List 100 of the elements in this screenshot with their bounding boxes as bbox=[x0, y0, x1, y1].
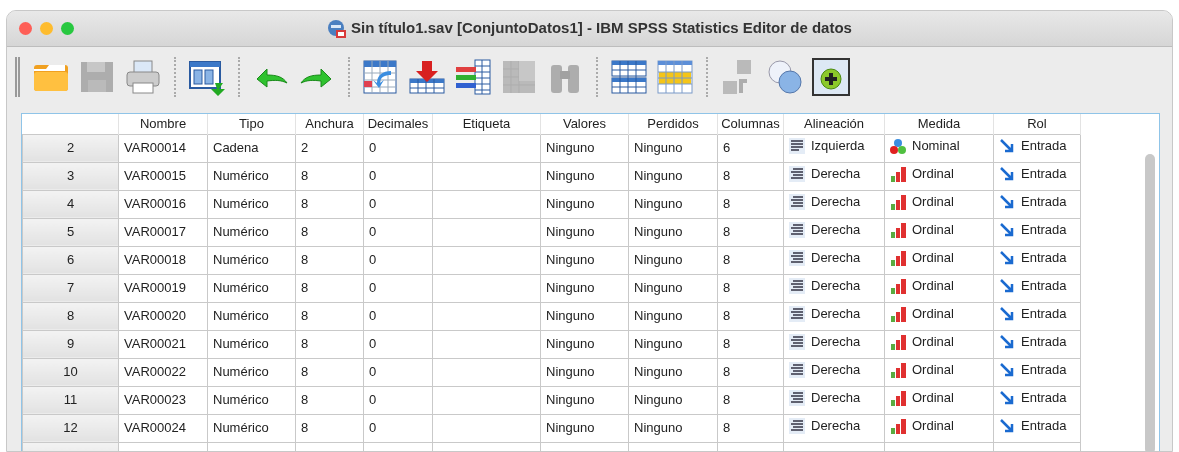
role-value: Entrada bbox=[1021, 193, 1067, 212]
colored-balls-icon bbox=[890, 138, 906, 155]
role-value: Entrada bbox=[1021, 417, 1067, 436]
measure-value: Ordinal bbox=[912, 277, 954, 296]
measure-value: Ordinal bbox=[912, 417, 954, 436]
printer-icon bbox=[123, 57, 163, 97]
alignment-value: Derecha bbox=[811, 417, 861, 436]
table-cell: Ninguno bbox=[628, 190, 718, 218]
scrollbar-thumb[interactable] bbox=[1145, 154, 1155, 451]
table-cell: 8 bbox=[717, 162, 784, 190]
table-cell: Ninguno bbox=[628, 414, 718, 442]
alignment-value: Derecha bbox=[811, 193, 861, 212]
measure-value: Ordinal bbox=[912, 333, 954, 352]
table-cell: VAR00022 bbox=[118, 358, 208, 386]
role-value: Entrada bbox=[1021, 333, 1067, 352]
table-cell: Ninguno bbox=[628, 274, 718, 302]
align-right-icon bbox=[789, 250, 805, 267]
column-header[interactable]: Tipo bbox=[207, 114, 296, 134]
table-cell: Numérico bbox=[207, 162, 296, 190]
role-value: Entrada bbox=[1021, 305, 1067, 324]
table-cell: VAR00014 bbox=[118, 134, 208, 162]
bar-chart-icon bbox=[890, 250, 906, 267]
measure-value: Ordinal bbox=[912, 361, 954, 380]
alignment-value: Derecha bbox=[811, 389, 861, 408]
table-cell: Ninguno bbox=[540, 246, 629, 274]
table-cell: VAR00021 bbox=[118, 330, 208, 358]
table-cell: 0 bbox=[363, 190, 433, 218]
column-header[interactable]: Alineación bbox=[783, 114, 885, 134]
table-cell: 8 bbox=[295, 162, 364, 190]
table-cell: Ninguno bbox=[628, 330, 718, 358]
table-cell: 0 bbox=[363, 386, 433, 414]
table-cell: VAR00018 bbox=[118, 246, 208, 274]
table-cell: Ninguno bbox=[540, 358, 629, 386]
column-header[interactable]: Anchura bbox=[295, 114, 364, 134]
row-number: 2 bbox=[22, 134, 119, 162]
role-value: Entrada bbox=[1021, 221, 1067, 240]
table-cell: 8 bbox=[717, 414, 784, 442]
table-cell: 8 bbox=[717, 190, 784, 218]
bar-chart-icon bbox=[890, 278, 906, 295]
measure-value: Ordinal bbox=[912, 221, 954, 240]
table-cell: 8 bbox=[717, 218, 784, 246]
table-cell: 8 bbox=[295, 302, 364, 330]
column-header[interactable]: Valores bbox=[540, 114, 629, 134]
insert-column-icon bbox=[453, 57, 493, 97]
role-value: Entrada bbox=[1021, 389, 1067, 408]
table-cell: 0 bbox=[363, 358, 433, 386]
table-cell: Ninguno bbox=[540, 386, 629, 414]
circles-icon bbox=[765, 57, 805, 97]
role-value: Entrada bbox=[1021, 137, 1067, 156]
column-header[interactable]: Columnas bbox=[717, 114, 784, 134]
column-header[interactable]: Medida bbox=[884, 114, 994, 134]
table-cell: Ninguno bbox=[540, 330, 629, 358]
table-cell: 8 bbox=[717, 330, 784, 358]
align-right-icon bbox=[789, 390, 805, 407]
maximize-button[interactable] bbox=[61, 22, 74, 35]
table-cell: Ninguno bbox=[540, 274, 629, 302]
table-cell: 0 bbox=[363, 330, 433, 358]
table-cell: Ninguno bbox=[540, 302, 629, 330]
table-cell: 0 bbox=[363, 134, 433, 162]
arrow-icon bbox=[999, 222, 1015, 239]
arrow-icon bbox=[999, 250, 1015, 267]
table-cell: Ninguno bbox=[628, 246, 718, 274]
highlighted-table-icon bbox=[655, 57, 695, 97]
add-button-icon bbox=[811, 57, 851, 97]
align-right-icon bbox=[789, 362, 805, 379]
table-cell: VAR00023 bbox=[118, 386, 208, 414]
measure-value: Ordinal bbox=[912, 249, 954, 268]
column-header[interactable]: Decimales bbox=[363, 114, 433, 134]
table-cell: Numérico bbox=[207, 302, 296, 330]
table-cell: 0 bbox=[363, 246, 433, 274]
table-cell: Ninguno bbox=[540, 190, 629, 218]
column-header[interactable]: Nombre bbox=[118, 114, 208, 134]
data-file-icon bbox=[327, 18, 348, 39]
measure-value: Ordinal bbox=[912, 389, 954, 408]
table-cell: VAR00019 bbox=[118, 274, 208, 302]
align-right-icon bbox=[789, 306, 805, 323]
align-right-icon bbox=[789, 194, 805, 211]
column-header[interactable]: Perdidos bbox=[628, 114, 718, 134]
alignment-value: Izquierda bbox=[811, 137, 865, 156]
table-cell: Cadena bbox=[207, 134, 296, 162]
table-cell: Numérico bbox=[207, 218, 296, 246]
bar-chart-icon bbox=[890, 194, 906, 211]
align-left-icon bbox=[789, 138, 805, 155]
alignment-value: Derecha bbox=[811, 249, 861, 268]
column-header[interactable]: Rol bbox=[993, 114, 1081, 134]
split-table-icon bbox=[609, 57, 649, 97]
column-header[interactable]: Etiqueta bbox=[432, 114, 541, 134]
table-cell: Numérico bbox=[207, 414, 296, 442]
row-number: 7 bbox=[22, 274, 119, 302]
table-cell: Ninguno bbox=[540, 414, 629, 442]
table-cell: Numérico bbox=[207, 274, 296, 302]
table-cell: 0 bbox=[363, 274, 433, 302]
table-cell: Ninguno bbox=[540, 162, 629, 190]
row-number: 12 bbox=[22, 414, 119, 442]
table-cell: 8 bbox=[295, 358, 364, 386]
table-cell: Ninguno bbox=[628, 358, 718, 386]
table-cell: Numérico bbox=[207, 190, 296, 218]
close-button[interactable] bbox=[19, 22, 32, 35]
window-title: Sin título1.sav [ConjuntoDatos1] - IBM SPSS Statistics Editor de datos bbox=[351, 18, 852, 39]
table-cell: 0 bbox=[363, 162, 433, 190]
